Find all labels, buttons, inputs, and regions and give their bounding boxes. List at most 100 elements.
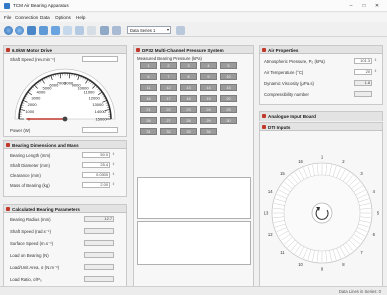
power-field[interactable] [82, 127, 118, 133]
table-icon[interactable] [100, 26, 109, 35]
minimize-icon[interactable]: – [347, 3, 355, 9]
shaft-speed-label: Shaft Speed (rev.min⁻¹) [10, 57, 56, 62]
pressure-channel-11[interactable]: 11 [140, 84, 157, 91]
status-bar: Data Lines in Series: 0 [0, 286, 387, 295]
pressure-channel-4[interactable]: 4 [200, 62, 217, 69]
bearing-length-input[interactable]: 50.0 [82, 152, 110, 158]
gauge-tick-label: 4000 [36, 90, 46, 95]
pressure-channel-23[interactable]: 23 [180, 106, 197, 113]
pressure-channel-10[interactable]: 10 [220, 73, 237, 80]
dti-position-dial: 12345678910111213141516 [264, 155, 380, 272]
pressure-channel-9[interactable]: 9 [200, 73, 217, 80]
pressure-log-area[interactable] [137, 177, 251, 219]
atmospheric-pressure-input[interactable]: 101.3 [354, 58, 372, 64]
pressure-channel-2[interactable]: 2 [160, 62, 177, 69]
pressure-channel-26[interactable]: 26 [140, 117, 157, 124]
pressure-channel-33[interactable]: 33 [180, 128, 197, 135]
menu-data[interactable]: Data [40, 15, 50, 20]
air-temperature-input[interactable]: 20 [354, 69, 372, 75]
gauge-hub [62, 116, 68, 122]
calculated-parameters-header: Calculated Bearing Parameters [4, 205, 126, 213]
shaft-speed-field[interactable] [82, 56, 118, 62]
print-icon[interactable] [51, 26, 60, 35]
pressure-channel-25[interactable]: 25 [220, 106, 237, 113]
refresh-icon[interactable] [87, 26, 96, 35]
bearing-length-label: Bearing Length (mm) [10, 153, 51, 158]
pressure-channel-22[interactable]: 22 [160, 106, 177, 113]
dp32-pressure-panel: DP32 Multi-Channel Pressure System Measu… [133, 45, 254, 288]
shaft-diameter-label: Shaft Diameter (mm) [10, 163, 50, 168]
pressure-plot-area[interactable] [137, 221, 251, 265]
bearing-dimensions-title: Bearing Dimensions and Mass [12, 142, 79, 148]
dti-position-label: 11 [280, 250, 285, 255]
pressure-channel-6[interactable]: 6 [140, 73, 157, 80]
compressibility-value [354, 91, 372, 97]
spin-icon[interactable]: ⇕ [112, 172, 116, 177]
connect-icon[interactable] [4, 26, 13, 35]
pressure-channel-7[interactable]: 7 [160, 73, 177, 80]
pressure-channel-24[interactable]: 24 [200, 106, 217, 113]
menu-options[interactable]: Options [55, 15, 71, 20]
pressure-channel-28[interactable]: 28 [180, 117, 197, 124]
edit-icon[interactable] [63, 26, 72, 35]
menu-connection[interactable]: Connection [15, 15, 38, 20]
pressure-channel-16[interactable]: 16 [140, 95, 157, 102]
clearance-input[interactable]: 0.0300 [82, 172, 110, 178]
pressure-channel-15[interactable]: 15 [220, 84, 237, 91]
pressure-channel-5[interactable]: 5 [220, 62, 237, 69]
pressure-channel-13[interactable]: 13 [180, 84, 197, 91]
pressure-channel-14[interactable]: 14 [200, 84, 217, 91]
pressure-channel-12[interactable]: 12 [160, 84, 177, 91]
pressure-channel-21[interactable]: 21 [140, 106, 157, 113]
bearing-dimensions-header: Bearing Dimensions and Mass [4, 141, 126, 149]
dti-position-label: 1 [321, 155, 324, 160]
dp32-pressure-header: DP32 Multi-Channel Pressure System [134, 46, 253, 54]
bearing-mass-input[interactable]: 2.00 [82, 182, 110, 188]
series-options-icon[interactable] [176, 26, 185, 35]
pressure-channel-20[interactable]: 20 [220, 95, 237, 102]
menu-help[interactable]: Help [76, 15, 85, 20]
compressibility-label: Compressibility number [264, 92, 309, 97]
series-select[interactable]: Data Series 1 ▾ [127, 26, 171, 34]
shaft-diameter-input[interactable]: 25.4 [82, 162, 110, 168]
load-ratio-value [84, 276, 114, 282]
chart-icon[interactable] [75, 26, 84, 35]
pressure-channel-8[interactable]: 8 [180, 73, 197, 80]
spin-icon[interactable]: ⇕ [112, 162, 116, 167]
panel-icon [6, 48, 10, 52]
pressure-channel-19[interactable]: 19 [200, 95, 217, 102]
pressure-channel-1[interactable]: 1 [140, 62, 157, 69]
bearing-radius-label: Bearing Radius (mm) [10, 217, 51, 222]
open-icon[interactable] [39, 26, 48, 35]
save-icon[interactable] [27, 26, 36, 35]
pressure-channel-27[interactable]: 27 [160, 117, 177, 124]
pressure-channel-34[interactable]: 34 [200, 128, 217, 135]
pressure-channel-3[interactable]: 3 [180, 62, 197, 69]
bearing-radius-value: 12.7 [84, 216, 114, 222]
menu-file[interactable]: File [4, 15, 11, 20]
spin-icon[interactable]: ⇕ [374, 58, 378, 63]
dynamic-viscosity-value: 1.8 [354, 80, 372, 86]
disconnect-icon[interactable] [15, 26, 24, 35]
spin-icon[interactable]: ⇕ [112, 182, 116, 187]
pressure-channel-31[interactable]: 31 [140, 128, 157, 135]
pressure-channel-30[interactable]: 30 [220, 117, 237, 124]
calculated-parameters-panel: Calculated Bearing Parameters Bearing Ra… [3, 204, 127, 288]
grid-icon[interactable] [112, 26, 121, 35]
pressure-channel-18[interactable]: 18 [180, 95, 197, 102]
bearing-dimensions-panel: Bearing Dimensions and Mass Bearing Leng… [3, 140, 127, 197]
pressure-channel-29[interactable]: 29 [200, 117, 217, 124]
power-label: Power (W) [10, 128, 31, 133]
title-bar: TCM Air Bearing Apparatus – □ ✕ [0, 0, 387, 12]
pressure-channel-17[interactable]: 17 [160, 95, 177, 102]
window-title: TCM Air Bearing Apparatus [13, 3, 69, 8]
toolbar: Data Series 1 ▾ [0, 23, 387, 37]
chevron-down-icon: ▾ [166, 27, 169, 32]
close-icon[interactable]: ✕ [373, 3, 381, 9]
spin-icon[interactable]: ⇕ [112, 152, 116, 157]
maximize-icon[interactable]: □ [360, 3, 368, 9]
panel-icon [6, 207, 10, 211]
analogue-input-header[interactable]: Analogue Input Board [260, 112, 382, 121]
spin-icon[interactable]: ⇕ [374, 69, 378, 74]
pressure-channel-32[interactable]: 32 [160, 128, 177, 135]
